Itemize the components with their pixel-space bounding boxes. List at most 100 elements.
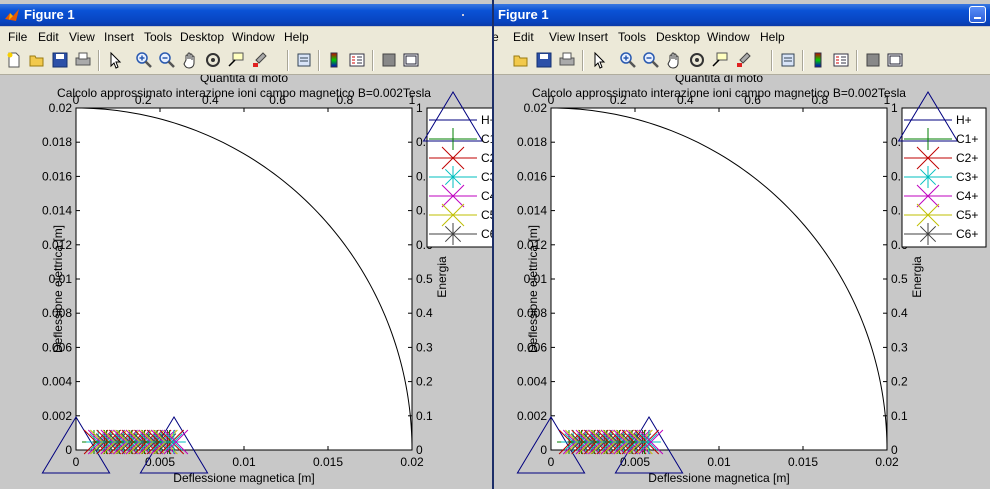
y-tick-label: 0.02 xyxy=(49,101,73,115)
menu-window[interactable]: Window xyxy=(232,27,275,47)
y-axis-label: Deflessione elettrica [m] xyxy=(526,225,540,353)
menu-file[interactable]: File xyxy=(8,27,27,47)
legend-label: H+ xyxy=(481,113,492,127)
menu-tools[interactable]: Tools xyxy=(618,27,646,47)
hide-plot-tools-icon[interactable] xyxy=(380,51,398,69)
data-cursor-icon[interactable] xyxy=(227,51,245,69)
figure-toolbar xyxy=(494,47,990,75)
menu-window[interactable]: Window xyxy=(707,27,750,47)
x-tick-label: 0.01 xyxy=(707,455,731,469)
legend-icon[interactable] xyxy=(348,51,366,69)
save-icon[interactable] xyxy=(535,51,553,69)
toolbar-separator xyxy=(372,50,374,71)
rotate-3d-icon[interactable] xyxy=(204,51,222,69)
menu-e[interactable]: e xyxy=(494,27,499,47)
save-icon[interactable] xyxy=(51,51,69,69)
print-icon[interactable] xyxy=(558,51,576,69)
zoom-out-icon[interactable] xyxy=(642,51,660,69)
link-plot-icon[interactable] xyxy=(779,51,797,69)
menu-bar: e Edit View Insert Tools Desktop Window Help xyxy=(494,27,990,47)
pan-icon[interactable] xyxy=(181,51,199,69)
rotate-3d-icon[interactable] xyxy=(688,51,706,69)
show-plot-tools-icon[interactable] xyxy=(886,51,904,69)
title-bar[interactable]: Figure 1 xyxy=(0,4,492,26)
axes-box xyxy=(75,107,413,451)
x-tick-label: 0.01 xyxy=(232,455,256,469)
toolbar-separator xyxy=(318,50,320,71)
title-separator xyxy=(462,14,464,16)
zoom-out-icon[interactable] xyxy=(158,51,176,69)
brush-icon[interactable] xyxy=(735,51,753,69)
menu-tools[interactable]: Tools xyxy=(144,27,172,47)
menu-insert[interactable]: Insert xyxy=(104,27,134,47)
right-y-tick-label: 0.4 xyxy=(416,306,433,320)
figure-window-left[interactable]: Figure 1 File Edit View Insert Tools Desktop W… xyxy=(0,0,494,489)
menu-view[interactable]: View xyxy=(69,27,95,47)
legend-label: C5+ xyxy=(956,208,978,222)
menu-edit[interactable]: Edit xyxy=(38,27,59,47)
colorbar-icon[interactable] xyxy=(325,51,343,69)
legend-label: C4+ xyxy=(956,189,978,203)
legend[interactable]: H+ C1+ C2+ C3+ C4+ C5+ C6+ xyxy=(422,91,492,248)
figure-window-right[interactable]: Figure 1 e Edit View Insert Tools Desktop Wind… xyxy=(494,0,990,489)
open-file-icon[interactable] xyxy=(28,51,46,69)
chart-title: Calcolo approssimato interazione ioni ca… xyxy=(57,86,431,100)
right-y-tick-label: 0.4 xyxy=(891,306,908,320)
menu-insert[interactable]: Insert xyxy=(578,27,608,47)
show-plot-tools-icon[interactable] xyxy=(402,51,420,69)
plot-area: 0 0.005 0.01 0.015 0.0200.0020.0040.0060.008… xyxy=(41,75,492,485)
legend-label: C6+ xyxy=(481,227,492,241)
brush-icon[interactable] xyxy=(251,51,269,69)
axes-box xyxy=(550,107,888,451)
data-cursor-icon[interactable] xyxy=(711,51,729,69)
window-title: Figure 1 xyxy=(498,7,549,22)
y-tick-label: 0.014 xyxy=(42,204,72,218)
hide-plot-tools-icon[interactable] xyxy=(864,51,882,69)
zoom-in-icon[interactable] xyxy=(135,51,153,69)
legend[interactable]: H+ C1+ C2+ C3+ C4+ C5+ C6+ xyxy=(897,91,987,248)
menu-view[interactable]: View xyxy=(549,27,575,47)
right-y-tick-label: 0.3 xyxy=(416,340,433,354)
x-tick-label: 0.015 xyxy=(788,455,818,469)
menu-help[interactable]: Help xyxy=(760,27,785,47)
right-y-axis-label: Energia xyxy=(910,256,924,298)
legend-label: C2+ xyxy=(481,151,492,165)
zoom-in-icon[interactable] xyxy=(619,51,637,69)
link-plot-icon[interactable] xyxy=(295,51,313,69)
legend-marker xyxy=(917,223,939,245)
menu-help[interactable]: Help xyxy=(284,27,309,47)
pointer-icon[interactable] xyxy=(106,51,124,69)
y-tick-label: 0.016 xyxy=(42,169,72,183)
y-axis-label: Deflessione elettrica [m] xyxy=(51,225,65,353)
menu-desktop[interactable]: Desktop xyxy=(656,27,700,47)
pointer-icon[interactable] xyxy=(590,51,608,69)
colorbar-icon[interactable] xyxy=(809,51,827,69)
minimize-button[interactable] xyxy=(969,6,986,23)
legend-label: C5+ xyxy=(481,208,492,222)
right-y-tick-label: 0.5 xyxy=(416,272,433,286)
menu-edit[interactable]: Edit xyxy=(513,27,534,47)
minimize-icon xyxy=(974,17,981,19)
y-tick-label: 0.004 xyxy=(42,375,72,389)
pan-icon[interactable] xyxy=(665,51,683,69)
x-tick-label: 0 xyxy=(73,455,80,469)
y-tick-label: 0.016 xyxy=(517,169,547,183)
x-tick-label: 0.02 xyxy=(875,455,899,469)
y-tick-label: 0.018 xyxy=(42,135,72,149)
open-file-icon[interactable] xyxy=(512,51,530,69)
new-figure-icon[interactable] xyxy=(5,51,23,69)
print-icon[interactable] xyxy=(74,51,92,69)
legend-marker xyxy=(442,223,464,245)
y-tick-label: 0.004 xyxy=(517,375,547,389)
right-y-tick-label: 0 xyxy=(891,443,898,457)
x-tick-label: 0.015 xyxy=(313,455,343,469)
right-y-tick-label: 0 xyxy=(416,443,423,457)
toolbar-separator xyxy=(856,50,858,71)
toolbar-separator xyxy=(582,50,584,71)
legend-icon[interactable] xyxy=(832,51,850,69)
menu-desktop[interactable]: Desktop xyxy=(180,27,224,47)
right-y-tick-label: 1 xyxy=(891,101,898,115)
right-y-tick-label: 0.2 xyxy=(891,375,908,389)
y-tick-label: 0.02 xyxy=(524,101,548,115)
title-bar[interactable]: Figure 1 xyxy=(494,4,990,26)
